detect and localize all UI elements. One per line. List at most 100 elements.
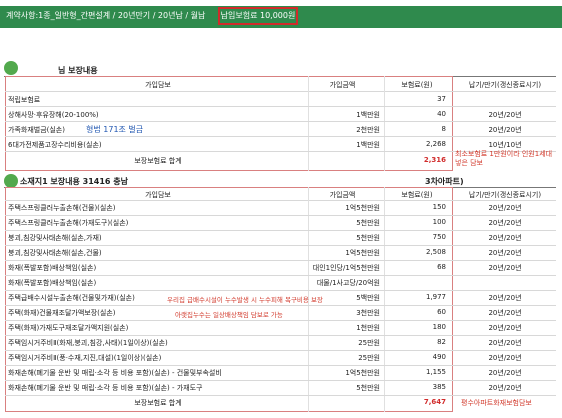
s2-row-term: 20년/20년: [488, 249, 522, 257]
s2-row-amount: 1억5천만원: [345, 249, 380, 257]
s2-row-line: [5, 245, 556, 246]
s2-row-coverage: 주택(화재)건물재조달가액보장(실손): [8, 309, 116, 317]
s2-row-premium: 150: [432, 203, 446, 211]
s1-header-amount: 가입금액: [329, 81, 356, 89]
s2-row-term: 20년/20년: [488, 324, 522, 332]
s1-total-label: 보장보험료 합계: [134, 157, 182, 165]
s2-row-amount: 대인1인당/1억5천만원: [312, 264, 380, 272]
s1-row-term: 20년/20년: [488, 126, 522, 134]
s2-row-amount: 1억5천만원: [345, 204, 380, 212]
s1-row-premium: 2,268: [425, 140, 446, 148]
s2-row-coverage: 화재(폭발포함)배상책임(실손): [8, 279, 97, 287]
s2-row-line: [5, 320, 556, 321]
s2-row-amount: 1천만원: [356, 324, 380, 332]
s2-row-premium: 180: [432, 323, 446, 331]
s2-note-downstairs: 아랫집누수는 일상배상책임 담보로 가능: [175, 311, 283, 319]
s2-row-premium: 82: [437, 338, 446, 346]
contract-summary: 계약사항:1종_일반형_간편설계 / 20년만기 / 20년납 / 월납: [6, 11, 206, 20]
s2-header-amount: 가입금액: [329, 191, 356, 199]
section2-title: 소재지1 보장내용 31416 충남: [20, 177, 128, 186]
s2-row-line: [5, 365, 556, 366]
s2-row-premium: 2,508: [425, 248, 446, 256]
s1-note-blue: 형법 171조 벌금: [86, 125, 144, 134]
s2-row-amount: 5천만원: [356, 219, 380, 227]
s2-row-line: [5, 380, 556, 381]
s2-row-term: 20년/20년: [488, 339, 522, 347]
s2-row-coverage: 주택(화재)가재도구재조달가액지원(실손): [8, 324, 129, 332]
s2-row-line: [5, 350, 556, 351]
s1-row-coverage: 가족화재벌금(실손): [8, 126, 65, 134]
s2-row-line: [5, 215, 556, 216]
s2-note-apartment: 평수아파트화재보험담보: [461, 399, 532, 407]
s1-row-term: 10년/10년: [488, 141, 522, 149]
s1-header-coverage: 가입담보: [145, 81, 171, 89]
s2-row-coverage: 주택스프링클러누출손해(건물)(실손): [8, 204, 116, 212]
s2-row-coverage: 주택급배수시설누출손해(건물및가재)(실손): [8, 294, 135, 302]
s2-row-premium: 60: [437, 308, 446, 316]
s2-row-premium: 490: [432, 353, 446, 361]
s1-header-premium: 보험료(원): [401, 81, 433, 89]
s2-row-coverage: 주택스프링클러누출손해(가재도구)(실손): [8, 219, 129, 227]
s2-row-line: [5, 275, 556, 276]
s1-row-amount: 1백만원: [356, 141, 380, 149]
s1-row-coverage: 6대가전제품고장수리비용(실손): [8, 141, 102, 149]
s2-row-amount: 1억5천만원: [345, 369, 380, 377]
s2-row-term: 20년/20년: [488, 234, 522, 242]
s2-row-premium: 68: [437, 263, 446, 271]
s2-row-premium: 1,977: [425, 293, 446, 301]
s1-row-coverage: 적립보험료: [8, 96, 41, 104]
s1-header-term: 납기/만기(갱신종료시기): [468, 81, 542, 89]
s2-total-label: 보장보험료 합계: [134, 399, 182, 407]
s2-row-term: 20년/20년: [488, 309, 522, 317]
s1-header-line: [5, 91, 556, 92]
s2-header-coverage: 가입담보: [145, 191, 171, 199]
s1-row-premium: 37: [437, 95, 446, 103]
section2-icon: [4, 174, 18, 188]
s2-row-amount: 5천만원: [356, 384, 380, 392]
s2-row-amount: 25만원: [358, 354, 380, 362]
s1-row-line: [5, 136, 556, 137]
s2-row-term: 20년/20년: [488, 384, 522, 392]
s2-row-coverage: 주택임시거주비Ⅱ(풍·수재,지진,대설)(1일이상)(실손): [8, 354, 162, 362]
section2-subtitle: 3차아파트): [425, 177, 464, 186]
s1-row-amount: 1백만원: [356, 111, 380, 119]
s2-row-term: 20년/20년: [488, 354, 522, 362]
s2-total-value: 7,647: [423, 398, 446, 406]
s2-row-premium: 1,155: [425, 368, 446, 376]
s2-row-premium: 100: [432, 218, 446, 226]
s2-row-amount: 5천만원: [356, 234, 380, 242]
section1-icon: [4, 61, 18, 75]
s2-row-premium: 750: [432, 233, 446, 241]
s2-row-coverage: 화재(폭발포함)배상책임(실손): [8, 264, 97, 272]
s2-row-amount: 3천만원: [356, 309, 380, 317]
s2-row-line: [5, 290, 556, 291]
s2-row-coverage: 붕괴,침강및사태손해(실손,건물): [8, 249, 102, 257]
s2-row-coverage: 화재손해(폐기물 운반 및 매립·소각 등 비용 포함)(실손) - 가재도구: [8, 384, 203, 392]
s2-header-term: 납기/만기(갱신종료시기): [468, 191, 542, 199]
s2-row-term: 20년/20년: [488, 294, 522, 302]
s2-row-amount: 대물/1사고당/20억원: [316, 279, 380, 287]
s1-row-coverage: 상해사망·후유장해(20-100%): [8, 111, 99, 119]
s2-row-coverage: 주택임시거주비Ⅱ(화재,붕괴,침강,사태)(1일이상)(실손): [8, 339, 168, 347]
section1-title: 님 보장내용: [58, 66, 98, 75]
premium-highlight: 납입보험료 10,000원: [218, 7, 298, 25]
s2-row-line: [5, 260, 556, 261]
s2-row-line: [5, 230, 556, 231]
s1-row-line: [5, 106, 556, 107]
s1-row-line: [5, 121, 556, 122]
s2-header-premium: 보험료(원): [401, 191, 433, 199]
s2-header-line: [5, 200, 556, 201]
s2-row-coverage: 붕괴,침강및사태손해(실손,가재): [8, 234, 102, 242]
s1-row-premium: 40: [437, 110, 446, 118]
s2-row-term: 20년/20년: [488, 219, 522, 227]
s2-row-amount: 25만원: [358, 339, 380, 347]
contract-banner: 계약사항:1종_일반형_간편설계 / 20년만기 / 20년납 / 월납 납입보…: [0, 6, 562, 28]
s2-row-line: [5, 395, 556, 396]
s2-row-premium: 385: [432, 383, 446, 391]
s2-row-term: 20년/20년: [488, 264, 522, 272]
s2-row-line: [5, 305, 556, 306]
s1-note-red: 최소보험료 1만원이라 인원1세대 넣은 담보: [455, 150, 553, 167]
s1-row-premium: 8: [441, 125, 446, 133]
s2-row-term: 20년/20년: [488, 369, 522, 377]
s2-note-leak: 우리집 급배수시설이 누수발생 시 누수피해 복구비용 보장: [167, 296, 323, 304]
